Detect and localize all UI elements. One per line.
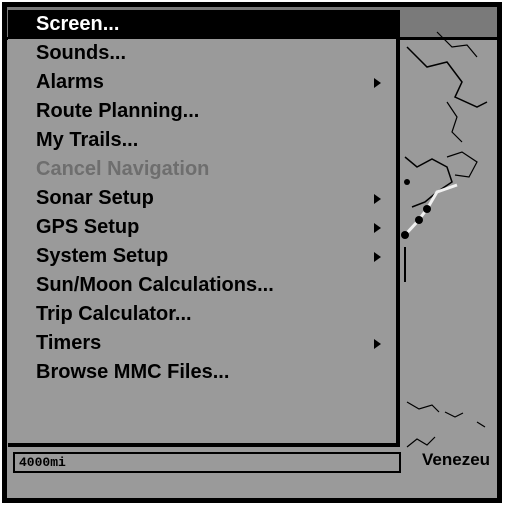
device-screen-frame: 4000mi Venezeu Screen... Sounds... Alarm… xyxy=(2,2,502,503)
map-scale-label: 4000mi xyxy=(13,452,401,473)
menu-item-label: Cancel Navigation xyxy=(36,158,210,180)
menu-item-timers[interactable]: Timers xyxy=(8,329,396,358)
menu-item-label: My Trails... xyxy=(36,129,139,151)
menu-item-gps-setup[interactable]: GPS Setup xyxy=(8,213,396,242)
triangle-right-icon xyxy=(374,252,381,262)
menu-item-alarms[interactable]: Alarms xyxy=(8,68,396,97)
map-place-label: Venezeu xyxy=(422,450,491,469)
waypoint-marker xyxy=(401,231,409,239)
menu-item-label: System Setup xyxy=(36,245,169,267)
menu-item-label: Sun/Moon Calculations... xyxy=(36,274,274,296)
menu-item-label: Trip Calculator... xyxy=(36,303,192,325)
menu-item-my-trails[interactable]: My Trails... xyxy=(8,126,396,155)
menu-item-cancel-navigation: Cancel Navigation xyxy=(8,155,396,184)
menu-item-label: Alarms xyxy=(36,71,104,93)
menu-item-sonar-setup[interactable]: Sonar Setup xyxy=(8,184,396,213)
waypoint-marker xyxy=(423,205,431,213)
waypoint-marker xyxy=(404,179,410,185)
menu-item-sun-moon-calculations[interactable]: Sun/Moon Calculations... xyxy=(8,271,396,300)
menu-item-label: Screen... xyxy=(36,13,120,35)
menu-item-label: Route Planning... xyxy=(36,100,200,122)
menu-item-route-planning[interactable]: Route Planning... xyxy=(8,97,396,126)
triangle-right-icon xyxy=(374,194,381,204)
menu-item-sounds[interactable]: Sounds... xyxy=(8,39,396,68)
menu-item-browse-mmc-files[interactable]: Browse MMC Files... xyxy=(8,358,396,387)
menu-item-label: Sonar Setup xyxy=(36,187,154,209)
menu-item-system-setup[interactable]: System Setup xyxy=(8,242,396,271)
menu-item-trip-calculator[interactable]: Trip Calculator... xyxy=(8,300,396,329)
triangle-right-icon xyxy=(374,339,381,349)
waypoint-marker xyxy=(415,216,423,224)
triangle-right-icon xyxy=(374,223,381,233)
menu-item-label: Timers xyxy=(36,332,102,354)
menu-item-label: GPS Setup xyxy=(36,216,140,238)
main-menu: Screen... Sounds... Alarms Route Plannin… xyxy=(8,10,400,447)
menu-item-label: Browse MMC Files... xyxy=(36,361,230,383)
triangle-right-icon xyxy=(374,78,381,88)
menu-item-screen[interactable]: Screen... xyxy=(8,10,396,39)
menu-item-label: Sounds... xyxy=(36,42,126,64)
